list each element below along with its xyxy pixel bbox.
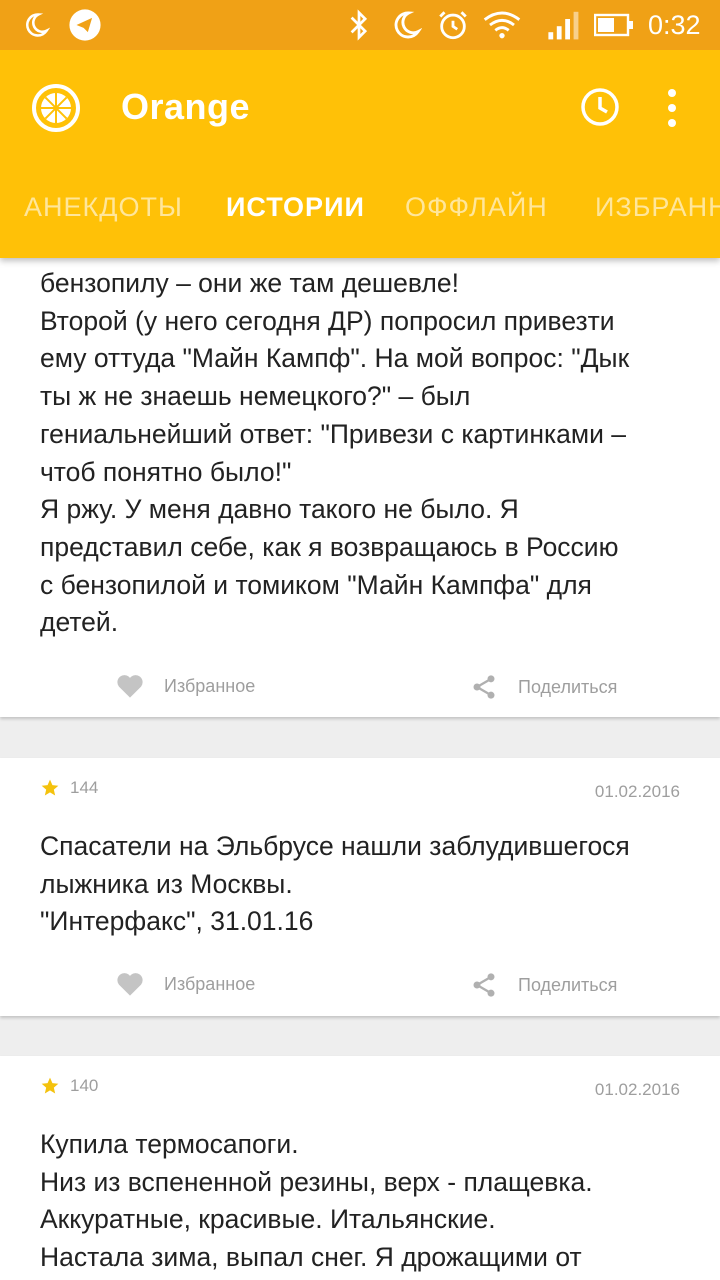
story-text: Купила термосапоги. Низ из вспененной ре…	[40, 1126, 690, 1277]
story-line: "Интерфакс", 31.01.16	[40, 906, 314, 937]
story-line: чтоб понятно было!"	[40, 456, 292, 487]
battery-icon	[594, 0, 634, 50]
wifi-icon	[482, 0, 522, 50]
story-line: детей.	[40, 607, 119, 638]
story-card: бензопилу – они же там дешевле! Второй (…	[0, 220, 720, 717]
status-bar: 0:32	[0, 0, 720, 50]
story-line: гениальнейший ответ: "Привези с картинка…	[40, 418, 627, 449]
share-icon	[473, 973, 495, 997]
heart-icon	[117, 675, 143, 698]
favorite-button[interactable]: Избранное	[116, 971, 255, 997]
telegram-icon	[68, 0, 102, 50]
tab-offline[interactable]: ОФФЛАЙН	[405, 192, 548, 223]
tab-anekdoty[interactable]: АНЕКДОТЫ	[24, 192, 183, 223]
story-card: 140 01.02.2016 Купила термосапоги. Низ и…	[0, 1056, 720, 1280]
signal-icon	[546, 0, 582, 50]
rating-count: 140	[70, 1076, 99, 1095]
story-line: ему оттуда "Майн Кампф". На мой вопрос: …	[40, 343, 630, 374]
share-button[interactable]: Поделиться	[470, 673, 617, 701]
story-line: Настала зима, выпал снег. Я дрожащими от	[40, 1242, 582, 1273]
bluetooth-icon	[346, 0, 372, 50]
app-title: Orange	[121, 86, 251, 127]
overflow-menu-icon[interactable]	[660, 86, 684, 130]
alarm-icon	[436, 0, 470, 50]
story-text: Спасатели на Эльбрусе нашли заблудившего…	[40, 828, 690, 941]
heart-icon	[117, 973, 143, 996]
story-meta: 144 01.02.2016	[40, 778, 680, 808]
story-card: 144 01.02.2016 Спасатели на Эльбрусе наш…	[0, 758, 720, 1016]
share-icon	[473, 675, 495, 699]
story-line: Второй (у него сегодня ДР) попросил прив…	[40, 305, 615, 336]
rating-count: 144	[70, 778, 99, 797]
story-line: с бензопилой и томиком "Майн Кампфа" для	[40, 569, 592, 600]
story-date: 01.02.2016	[594, 782, 680, 801]
clock-time: 0:32	[648, 9, 701, 40]
tab-istorii[interactable]: ИСТОРИИ	[226, 192, 365, 223]
story-line: Низ из вспененной резины, верх - плащевк…	[40, 1166, 593, 1197]
share-label: Поделиться	[518, 676, 618, 697]
moon-icon	[22, 0, 50, 50]
tab-bar: АНЕКДОТЫ ИСТОРИИ ОФФЛАЙН ИЗБРАНН	[0, 172, 720, 258]
share-button[interactable]: Поделиться	[470, 971, 617, 999]
story-line: Спасатели на Эльбрусе нашли заблудившего…	[40, 831, 630, 861]
story-line: ты ж не знаешь немецкого?" – был	[40, 381, 471, 412]
star-icon	[41, 1077, 59, 1094]
do-not-disturb-moon-icon	[390, 0, 422, 50]
favorite-label: Избранное	[164, 675, 256, 696]
app-bar: Orange АНЕКДОТЫ ИСТОРИИ ОФФЛАЙН ИЗБРАНН	[0, 50, 720, 258]
favorite-button[interactable]: Избранное	[116, 673, 255, 699]
favorite-label: Избранное	[164, 973, 256, 994]
story-text: бензопилу – они же там дешевле! Второй (…	[40, 265, 690, 642]
tab-izbrannoe[interactable]: ИЗБРАНН	[595, 192, 720, 223]
orange-slice-logo-icon	[30, 82, 82, 134]
story-line: лыжника из Москвы.	[40, 868, 293, 899]
story-line: Аккуратные, красивые. Итальянские.	[40, 1204, 496, 1235]
star-icon	[41, 779, 59, 796]
story-line: представил себе, как я возвращаюсь в Рос…	[40, 531, 619, 562]
rating: 144	[40, 778, 98, 798]
rating: 140	[40, 1076, 98, 1096]
story-date: 01.02.2016	[594, 1080, 680, 1099]
story-line: Купила термосапоги.	[40, 1129, 299, 1159]
story-line: бензопилу – они же там дешевле!	[40, 268, 459, 298]
history-clock-icon[interactable]	[579, 86, 621, 128]
story-meta: 140 01.02.2016	[40, 1076, 680, 1106]
share-label: Поделиться	[518, 974, 618, 995]
story-line: Я ржу. У меня давно такого не было. Я	[40, 494, 519, 525]
